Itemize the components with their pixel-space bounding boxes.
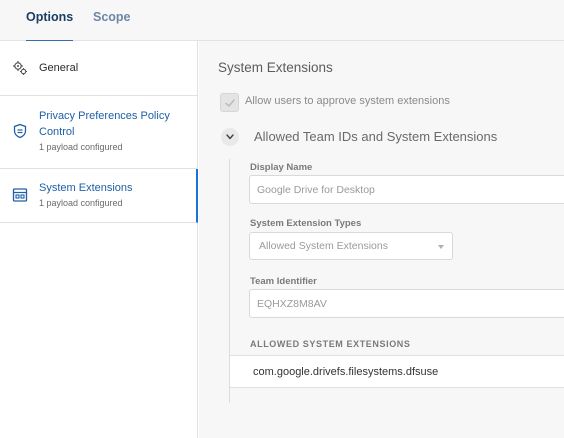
- group-title: Allowed Team IDs and System Extensions: [254, 129, 498, 144]
- sidebar-item-label-line2: Control: [39, 126, 75, 138]
- tab-bar: Options Scope: [0, 0, 564, 42]
- gears-icon: [12, 60, 28, 76]
- allow-users-checkbox[interactable]: [220, 93, 239, 112]
- tab-options[interactable]: Options: [26, 10, 74, 42]
- types-select[interactable]: Allowed System Extensions: [249, 232, 453, 260]
- collapse-button[interactable]: [221, 128, 239, 146]
- types-label: System Extension Types: [250, 218, 362, 229]
- caret-down-icon: [438, 245, 444, 249]
- sidebar-item-label: System Extensions: [39, 182, 133, 194]
- sidebar-item-general[interactable]: General: [0, 41, 198, 96]
- tab-scope[interactable]: Scope: [93, 10, 131, 41]
- types-select-value: Allowed System Extensions: [259, 240, 388, 252]
- sidebar-item-privacy[interactable]: Privacy Preferences Policy Control 1 pay…: [0, 96, 198, 169]
- extensions-icon: [12, 187, 28, 203]
- extension-id: com.google.drivefs.filesystems.dfsuse: [253, 366, 439, 378]
- list-header: ALLOWED SYSTEM EXTENSIONS: [250, 339, 411, 349]
- display-name-label: Display Name: [250, 162, 313, 173]
- shield-icon: [12, 123, 28, 139]
- chevron-down-icon: [226, 134, 234, 140]
- sidebar: General Privacy Preferences Policy Contr…: [0, 41, 198, 438]
- main-panel: System Extensions Allow users to approve…: [199, 41, 564, 438]
- sidebar-item-label: General: [39, 62, 79, 74]
- display-name-field[interactable]: Google Drive for Desktop: [249, 175, 564, 204]
- sidebar-item-label: Privacy Preferences Policy: [39, 110, 170, 122]
- team-identifier-field[interactable]: EQHXZ8M8AV: [249, 289, 564, 318]
- sidebar-item-sub: 1 payload configured: [39, 198, 123, 208]
- team-group: Display Name Google Drive for Desktop Sy…: [229, 159, 564, 403]
- allow-users-label: Allow users to approve system extensions: [245, 95, 450, 107]
- sidebar-item-system-extensions[interactable]: System Extensions 1 payload configured: [0, 169, 198, 223]
- list-item[interactable]: com.google.drivefs.filesystems.dfsuse: [230, 355, 564, 388]
- checkmark-icon: [225, 99, 235, 107]
- section-title: System Extensions: [218, 60, 333, 75]
- sidebar-item-sub: 1 payload configured: [39, 142, 123, 152]
- team-identifier-label: Team Identifier: [250, 276, 317, 287]
